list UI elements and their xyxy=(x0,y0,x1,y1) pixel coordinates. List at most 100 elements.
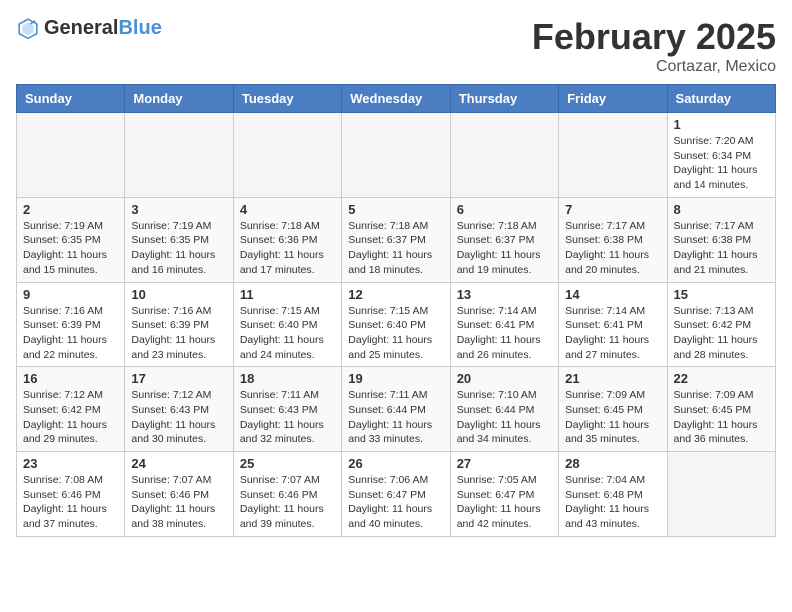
calendar-cell: 12 Sunrise: 7:15 AM Sunset: 6:40 PM Dayli… xyxy=(342,282,450,367)
calendar-cell: 18 Sunrise: 7:11 AM Sunset: 6:43 PM Dayli… xyxy=(233,367,341,452)
day-info: Sunrise: 7:18 AM Sunset: 6:37 PM Dayligh… xyxy=(457,219,552,278)
calendar-cell: 8Sunrise: 7:17 AM Sunset: 6:38 PM Daylig… xyxy=(667,197,775,282)
calendar-week-row: 2 Sunrise: 7:19 AM Sunset: 6:35 PM Daylig… xyxy=(17,197,776,282)
day-number: 19 xyxy=(348,371,443,386)
calendar-cell: 22 Sunrise: 7:09 AM Sunset: 6:45 PM Dayli… xyxy=(667,367,775,452)
day-number: 26 xyxy=(348,456,443,471)
day-info: Sunrise: 7:17 AM Sunset: 6:38 PM Dayligh… xyxy=(674,219,769,278)
day-info: Sunrise: 7:18 AM Sunset: 6:37 PM Dayligh… xyxy=(348,219,443,278)
calendar-cell: 21 Sunrise: 7:09 AM Sunset: 6:45 PM Dayli… xyxy=(559,367,667,452)
calendar-cell: 1 Sunrise: 7:20 AM Sunset: 6:34 PM Daylig… xyxy=(667,113,775,198)
weekday-header-monday: Monday xyxy=(125,85,233,113)
calendar-table: SundayMondayTuesdayWednesdayThursdayFrid… xyxy=(16,84,776,537)
day-info: Sunrise: 7:18 AM Sunset: 6:36 PM Dayligh… xyxy=(240,219,335,278)
day-info: Sunrise: 7:14 AM Sunset: 6:41 PM Dayligh… xyxy=(457,304,552,363)
weekday-header-row: SundayMondayTuesdayWednesdayThursdayFrid… xyxy=(17,85,776,113)
day-number: 14 xyxy=(565,287,660,302)
day-number: 3 xyxy=(131,202,226,217)
day-number: 23 xyxy=(23,456,118,471)
calendar-cell: 17 Sunrise: 7:12 AM Sunset: 6:43 PM Dayli… xyxy=(125,367,233,452)
calendar-cell: 25 Sunrise: 7:07 AM Sunset: 6:46 PM Dayli… xyxy=(233,452,341,537)
day-info: Sunrise: 7:15 AM Sunset: 6:40 PM Dayligh… xyxy=(348,304,443,363)
day-info: Sunrise: 7:16 AM Sunset: 6:39 PM Dayligh… xyxy=(23,304,118,363)
logo-text: GeneralBlue xyxy=(44,17,162,40)
day-info: Sunrise: 7:14 AM Sunset: 6:41 PM Dayligh… xyxy=(565,304,660,363)
day-number: 22 xyxy=(674,371,769,386)
calendar-cell: 11 Sunrise: 7:15 AM Sunset: 6:40 PM Dayli… xyxy=(233,282,341,367)
day-number: 6 xyxy=(457,202,552,217)
weekday-header-thursday: Thursday xyxy=(450,85,558,113)
logo: GeneralBlue xyxy=(16,16,162,40)
day-number: 5 xyxy=(348,202,443,217)
calendar-cell: 13Sunrise: 7:14 AM Sunset: 6:41 PM Dayli… xyxy=(450,282,558,367)
calendar-cell: 19 Sunrise: 7:11 AM Sunset: 6:44 PM Dayli… xyxy=(342,367,450,452)
calendar-cell: 16 Sunrise: 7:12 AM Sunset: 6:42 PM Dayli… xyxy=(17,367,125,452)
calendar-cell xyxy=(450,113,558,198)
title-area: February 2025 Cortazar, Mexico xyxy=(532,16,776,76)
day-number: 18 xyxy=(240,371,335,386)
location-title: Cortazar, Mexico xyxy=(532,58,776,76)
month-title: February 2025 xyxy=(532,16,776,58)
calendar-cell xyxy=(342,113,450,198)
calendar-week-row: 1 Sunrise: 7:20 AM Sunset: 6:34 PM Daylig… xyxy=(17,113,776,198)
calendar-cell: 9 Sunrise: 7:16 AM Sunset: 6:39 PM Daylig… xyxy=(17,282,125,367)
day-info: Sunrise: 7:13 AM Sunset: 6:42 PM Dayligh… xyxy=(674,304,769,363)
day-number: 1 xyxy=(674,117,769,132)
day-info: Sunrise: 7:11 AM Sunset: 6:44 PM Dayligh… xyxy=(348,388,443,447)
day-info: Sunrise: 7:16 AM Sunset: 6:39 PM Dayligh… xyxy=(131,304,226,363)
day-info: Sunrise: 7:09 AM Sunset: 6:45 PM Dayligh… xyxy=(674,388,769,447)
calendar-cell: 5 Sunrise: 7:18 AM Sunset: 6:37 PM Daylig… xyxy=(342,197,450,282)
day-info: Sunrise: 7:11 AM Sunset: 6:43 PM Dayligh… xyxy=(240,388,335,447)
day-number: 16 xyxy=(23,371,118,386)
calendar-cell: 23Sunrise: 7:08 AM Sunset: 6:46 PM Dayli… xyxy=(17,452,125,537)
day-number: 4 xyxy=(240,202,335,217)
day-number: 9 xyxy=(23,287,118,302)
calendar-cell xyxy=(667,452,775,537)
day-number: 21 xyxy=(565,371,660,386)
calendar-cell xyxy=(559,113,667,198)
calendar-week-row: 23Sunrise: 7:08 AM Sunset: 6:46 PM Dayli… xyxy=(17,452,776,537)
day-info: Sunrise: 7:06 AM Sunset: 6:47 PM Dayligh… xyxy=(348,473,443,532)
day-number: 27 xyxy=(457,456,552,471)
day-info: Sunrise: 7:17 AM Sunset: 6:38 PM Dayligh… xyxy=(565,219,660,278)
calendar-cell xyxy=(233,113,341,198)
day-number: 11 xyxy=(240,287,335,302)
day-info: Sunrise: 7:05 AM Sunset: 6:47 PM Dayligh… xyxy=(457,473,552,532)
calendar-cell xyxy=(17,113,125,198)
day-number: 28 xyxy=(565,456,660,471)
calendar-cell: 7Sunrise: 7:17 AM Sunset: 6:38 PM Daylig… xyxy=(559,197,667,282)
day-number: 12 xyxy=(348,287,443,302)
day-info: Sunrise: 7:09 AM Sunset: 6:45 PM Dayligh… xyxy=(565,388,660,447)
day-info: Sunrise: 7:15 AM Sunset: 6:40 PM Dayligh… xyxy=(240,304,335,363)
weekday-header-saturday: Saturday xyxy=(667,85,775,113)
calendar-week-row: 9 Sunrise: 7:16 AM Sunset: 6:39 PM Daylig… xyxy=(17,282,776,367)
calendar-cell: 14 Sunrise: 7:14 AM Sunset: 6:41 PM Dayli… xyxy=(559,282,667,367)
day-info: Sunrise: 7:10 AM Sunset: 6:44 PM Dayligh… xyxy=(457,388,552,447)
day-info: Sunrise: 7:07 AM Sunset: 6:46 PM Dayligh… xyxy=(131,473,226,532)
weekday-header-wednesday: Wednesday xyxy=(342,85,450,113)
day-number: 15 xyxy=(674,287,769,302)
day-number: 24 xyxy=(131,456,226,471)
day-info: Sunrise: 7:19 AM Sunset: 6:35 PM Dayligh… xyxy=(131,219,226,278)
calendar-cell: 28Sunrise: 7:04 AM Sunset: 6:48 PM Dayli… xyxy=(559,452,667,537)
calendar-cell: 26 Sunrise: 7:06 AM Sunset: 6:47 PM Dayli… xyxy=(342,452,450,537)
day-info: Sunrise: 7:12 AM Sunset: 6:42 PM Dayligh… xyxy=(23,388,118,447)
day-number: 2 xyxy=(23,202,118,217)
day-number: 20 xyxy=(457,371,552,386)
calendar-cell: 15 Sunrise: 7:13 AM Sunset: 6:42 PM Dayli… xyxy=(667,282,775,367)
day-number: 17 xyxy=(131,371,226,386)
day-info: Sunrise: 7:19 AM Sunset: 6:35 PM Dayligh… xyxy=(23,219,118,278)
calendar-cell: 24 Sunrise: 7:07 AM Sunset: 6:46 PM Dayli… xyxy=(125,452,233,537)
logo-icon xyxy=(16,16,40,40)
day-number: 25 xyxy=(240,456,335,471)
day-info: Sunrise: 7:07 AM Sunset: 6:46 PM Dayligh… xyxy=(240,473,335,532)
calendar-cell: 27 Sunrise: 7:05 AM Sunset: 6:47 PM Dayli… xyxy=(450,452,558,537)
weekday-header-sunday: Sunday xyxy=(17,85,125,113)
day-info: Sunrise: 7:20 AM Sunset: 6:34 PM Dayligh… xyxy=(674,134,769,193)
day-info: Sunrise: 7:12 AM Sunset: 6:43 PM Dayligh… xyxy=(131,388,226,447)
page-header: GeneralBlue February 2025 Cortazar, Mexi… xyxy=(16,16,776,76)
calendar-cell: 10 Sunrise: 7:16 AM Sunset: 6:39 PM Dayli… xyxy=(125,282,233,367)
day-number: 10 xyxy=(131,287,226,302)
calendar-cell: 4 Sunrise: 7:18 AM Sunset: 6:36 PM Daylig… xyxy=(233,197,341,282)
calendar-cell: 2 Sunrise: 7:19 AM Sunset: 6:35 PM Daylig… xyxy=(17,197,125,282)
